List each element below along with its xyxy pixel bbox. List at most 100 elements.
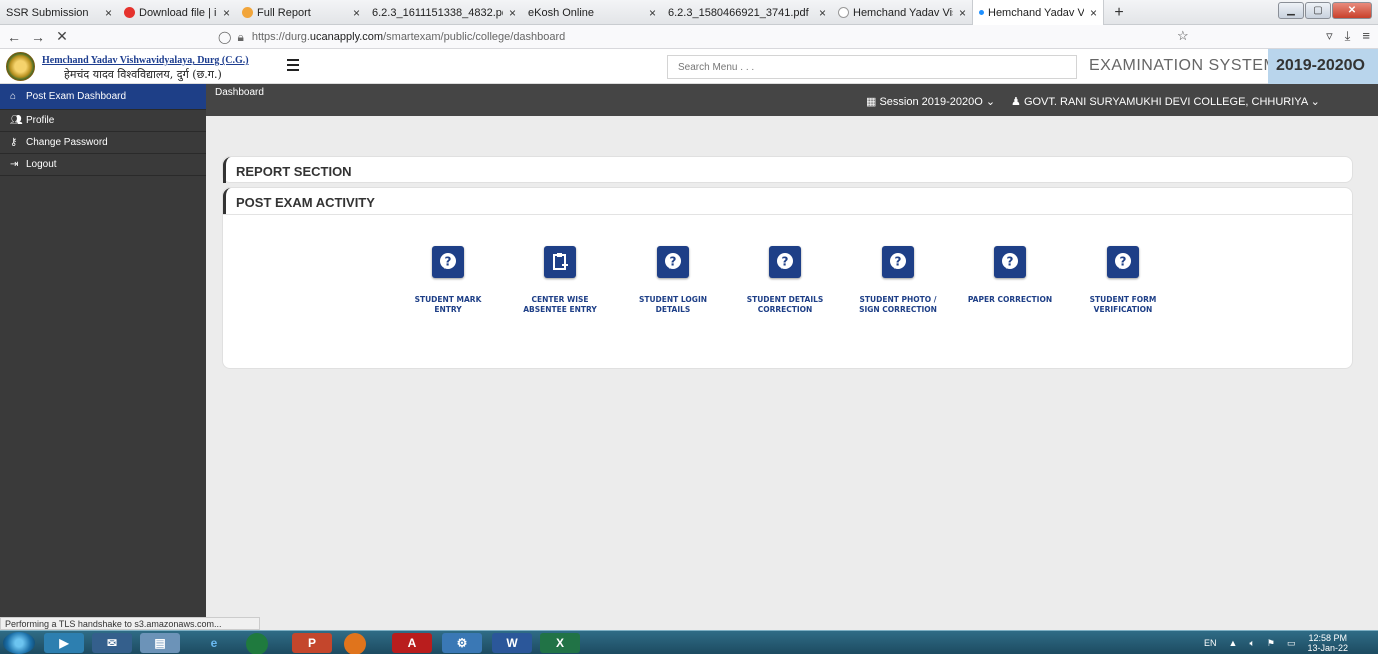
tile-label-line2: ENTRY (434, 305, 462, 314)
tab-title: Hemchand Yadav Vish (988, 6, 1084, 19)
excel-icon[interactable]: X (540, 633, 580, 653)
tab-close-icon[interactable]: × (347, 6, 360, 20)
url-bar[interactable]: ◯ 🔒︎ https://durg.ucanapply.com/smartexa… (218, 27, 1288, 47)
windows-taskbar: ▶ ✉ ▤ e P A ⚙ W X EN ▲ 🔈︎ ⚑ ▭ 12:58 PM 1… (0, 630, 1378, 654)
college-dropdown[interactable]: ♟ GOVT. RANI SURYAMUKHI DEVI COLLEGE, CH… (1011, 95, 1320, 108)
tray-up-arrow-icon[interactable]: ▲ (1229, 638, 1238, 648)
post-exam-activity-panel: POST EXAM ACTIVITY ? STUDENT MARK ENTRY C… (222, 187, 1353, 369)
heart-icon (124, 7, 135, 18)
tile-center-wise-absentee-entry[interactable]: CENTER WISE ABSENTEE ENTRY (510, 246, 610, 315)
home-icon: ⌂ (10, 91, 17, 102)
sidebar-item-change-password[interactable]: ⚷ Change Password (0, 132, 206, 154)
question-icon: ? (882, 246, 914, 278)
sidebar-item-label: Logout (26, 159, 57, 170)
browser-tab-active[interactable]: Hemchand Yadav Vish × (972, 0, 1104, 25)
tile-label-line1: STUDENT FORM (1089, 295, 1157, 304)
section-title[interactable]: REPORT SECTION (223, 157, 352, 183)
file-explorer-icon[interactable]: ▤ (140, 633, 180, 653)
search-menu-input[interactable]: Search Menu . . . (667, 55, 1077, 79)
tab-close-icon[interactable]: × (953, 6, 966, 20)
download-icon[interactable]: ⤓ (1345, 28, 1351, 44)
browser-tab[interactable]: Hemchand Yadav Vish × (832, 0, 972, 25)
svg-text:?: ? (670, 255, 677, 269)
browser-tab[interactable]: 6.2.3_1611151338_4832.pdf × (366, 0, 522, 25)
powerpoint-icon[interactable]: P (292, 633, 332, 653)
breadcrumb[interactable]: Dashboard (215, 87, 264, 98)
question-icon: ? (432, 246, 464, 278)
clock[interactable]: 12:58 PM 13-Jan-22 (1307, 633, 1348, 653)
sidebar-item-label: Profile (26, 115, 55, 126)
volume-icon[interactable]: 🔈︎ (1249, 638, 1254, 649)
shield-icon: ◯ (218, 30, 232, 44)
start-button[interactable] (3, 632, 35, 654)
sidebar: ⌂ Post Exam Dashboard 👥︎ Profile ⚷ Chang… (0, 84, 206, 617)
session-year-badge: 2019-2020O (1268, 49, 1378, 84)
tab-title: eKosh Online (528, 6, 595, 19)
user-icon: ♟ (1011, 96, 1021, 108)
tab-close-icon[interactable]: × (643, 6, 656, 20)
tile-label-line2: SIGN CORRECTION (859, 305, 937, 314)
session-dropdown[interactable]: ▦ Session 2019-2020O ⌄ (866, 95, 995, 108)
language-indicator[interactable]: EN (1204, 638, 1217, 648)
screen: SSR Submission × Download file | iLovePD… (0, 0, 1378, 654)
university-name-english[interactable]: Hemchand Yadav Vishwavidyalaya, Durg (C.… (42, 55, 249, 66)
back-icon[interactable]: ← (2, 29, 26, 45)
clock-time: 12:58 PM (1308, 633, 1347, 643)
flag-icon[interactable]: ⚑ (1267, 638, 1275, 649)
site-header: Hemchand Yadav Vishwavidyalaya, Durg (C.… (0, 49, 1378, 84)
browser-tab[interactable]: 6.2.3_1580466921_3741.pdf × (662, 0, 832, 25)
close-window-button[interactable]: ✕ (1332, 2, 1372, 19)
hamburger-menu-icon[interactable] (287, 59, 299, 74)
browser-tab-bar: SSR Submission × Download file | iLovePD… (0, 0, 1378, 25)
tab-close-icon[interactable]: × (217, 6, 230, 20)
menu-icon[interactable]: ≡ (1362, 28, 1370, 44)
tile-paper-correction[interactable]: ? PAPER CORRECTION (960, 246, 1060, 305)
mail-icon[interactable]: ✉ (92, 633, 132, 653)
pdf-reader-icon[interactable]: A (392, 633, 432, 653)
tile-student-mark-entry[interactable]: ? STUDENT MARK ENTRY (398, 246, 498, 315)
browser-tab[interactable]: Download file | iLovePDF × (118, 0, 236, 25)
bookmark-star-icon[interactable]: ☆ (1177, 28, 1189, 44)
sidebar-item-post-exam-dashboard[interactable]: ⌂ Post Exam Dashboard (0, 84, 206, 110)
chrome-icon[interactable] (246, 633, 268, 654)
maximize-button[interactable]: ▢ (1305, 2, 1331, 19)
pocket-icon[interactable]: ▿ (1326, 28, 1333, 44)
browser-tab[interactable]: eKosh Online × (522, 0, 662, 25)
sidebar-item-label: Change Password (26, 137, 108, 148)
browser-tab[interactable]: SSR Submission × (0, 0, 118, 25)
svg-text:?: ? (782, 255, 789, 269)
window-controls: ▁ ▢ ✕ (1278, 2, 1372, 19)
tab-close-icon[interactable]: × (813, 6, 826, 20)
media-player-icon[interactable]: ▶ (44, 633, 84, 653)
tile-student-form-verification[interactable]: ? STUDENT FORM VERIFICATION (1073, 246, 1173, 315)
url-domain: ucanapply.com (309, 31, 384, 43)
sidebar-item-profile[interactable]: 👥︎ Profile (0, 110, 206, 132)
tab-close-icon[interactable]: × (1084, 6, 1097, 20)
tile-student-photo-sign-correction[interactable]: ? STUDENT PHOTO / SIGN CORRECTION (848, 246, 948, 315)
settings-icon[interactable]: ⚙ (442, 633, 482, 653)
lock-icon: 🔒︎ (237, 29, 244, 44)
tab-title: 6.2.3_1580466921_3741.pdf (668, 6, 809, 19)
sidebar-item-logout[interactable]: ⇥ Logout (0, 154, 206, 176)
report-icon (242, 7, 253, 18)
section-title[interactable]: POST EXAM ACTIVITY (223, 188, 375, 214)
university-logo (6, 52, 35, 81)
forward-icon[interactable]: → (26, 29, 50, 45)
new-tab-button[interactable]: + (1104, 0, 1134, 25)
tile-student-details-correction[interactable]: ? STUDENT DETAILS CORRECTION (735, 246, 835, 315)
key-icon: ⚷ (10, 137, 18, 148)
word-icon[interactable]: W (492, 633, 532, 653)
minimize-button[interactable]: ▁ (1278, 2, 1304, 19)
tab-close-icon[interactable]: × (99, 6, 112, 20)
network-icon[interactable]: ▭ (1287, 638, 1296, 649)
browser-tab[interactable]: Full Report × (236, 0, 366, 25)
tile-student-login-details[interactable]: ? STUDENT LOGIN DETAILS (623, 246, 723, 315)
question-icon: ? (1107, 246, 1139, 278)
stop-icon[interactable]: ✕ (50, 28, 74, 45)
tab-close-icon[interactable]: × (503, 6, 516, 20)
tab-title: Download file | iLovePDF (139, 6, 217, 19)
browser-nav-bar: ← → ✕ ◯ 🔒︎ https://durg.ucanapply.com/sm… (0, 25, 1378, 49)
url-path: /smartexam/public/college/dashboard (383, 31, 566, 43)
firefox-icon[interactable] (344, 633, 366, 654)
internet-explorer-icon[interactable]: e (194, 633, 234, 653)
